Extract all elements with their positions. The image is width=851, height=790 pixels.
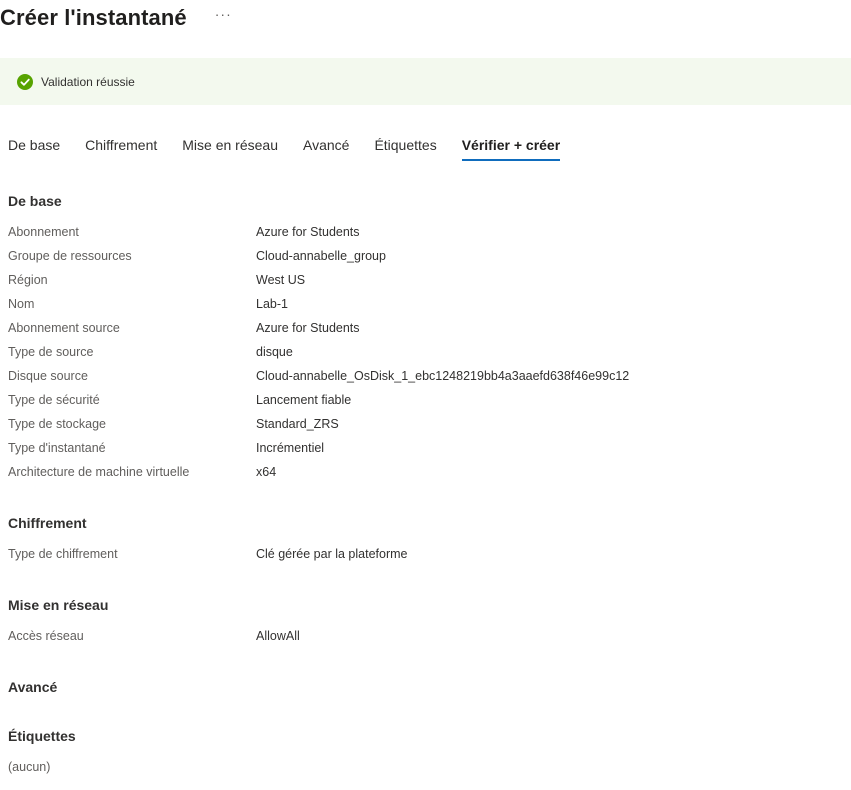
tab-bar: De base Chiffrement Mise en réseau Avanc… <box>8 133 585 163</box>
row-label: Groupe de ressources <box>8 249 132 263</box>
summary-row: Type de chiffrement Clé gérée par la pla… <box>8 544 848 564</box>
row-label: Disque source <box>8 369 88 383</box>
section-title-tags: Étiquettes <box>8 728 76 744</box>
row-label: Type de sécurité <box>8 393 100 407</box>
row-label: Abonnement <box>8 225 79 239</box>
summary-row: Architecture de machine virtuelle x64 <box>8 462 848 482</box>
row-value: Standard_ZRS <box>256 417 339 431</box>
tab-advanced[interactable]: Avancé <box>303 133 349 161</box>
row-label: Région <box>8 273 48 287</box>
summary-row: Nom Lab-1 <box>8 294 848 314</box>
row-value: Lancement fiable <box>256 393 352 407</box>
row-value: Clé gérée par la plateforme <box>256 547 408 561</box>
section-title-networking: Mise en réseau <box>8 597 109 613</box>
tab-encryption[interactable]: Chiffrement <box>85 133 157 161</box>
validation-banner: Validation réussie <box>0 58 851 105</box>
row-label: Accès réseau <box>8 629 84 643</box>
row-label: Type d'instantané <box>8 441 106 455</box>
tab-review-create[interactable]: Vérifier + créer <box>461 133 561 161</box>
row-label: Type de stockage <box>8 417 106 431</box>
summary-row: Type de source disque <box>8 342 848 362</box>
summary-row: Région West US <box>8 270 848 290</box>
check-circle-icon <box>17 73 33 90</box>
row-value: Lab-1 <box>256 297 288 311</box>
validation-message: Validation réussie <box>41 74 135 89</box>
row-label: Nom <box>8 297 35 311</box>
more-options-button[interactable]: ··· <box>211 5 236 23</box>
row-value: AllowAll <box>256 629 300 643</box>
tab-basics[interactable]: De base <box>8 133 60 161</box>
row-value: West US <box>256 273 306 287</box>
tab-tags[interactable]: Étiquettes <box>374 133 436 161</box>
summary-row: Groupe de ressources Cloud-annabelle_gro… <box>8 246 848 266</box>
row-label: Type de chiffrement <box>8 547 118 561</box>
page-title: Créer l'instantané <box>0 5 187 30</box>
tags-empty-text: (aucun) <box>8 760 51 774</box>
tab-networking[interactable]: Mise en réseau <box>182 133 278 161</box>
summary-row: Type de sécurité Lancement fiable <box>8 390 848 410</box>
row-value: Cloud-annabelle_OsDisk_1_ebc1248219bb4a3… <box>256 369 630 383</box>
section-title-encryption: Chiffrement <box>8 515 87 531</box>
summary-row: Accès réseau AllowAll <box>8 626 848 646</box>
row-value: Azure for Students <box>256 321 360 335</box>
row-value: x64 <box>256 465 277 479</box>
summary-row: Disque source Cloud-annabelle_OsDisk_1_e… <box>8 366 848 386</box>
row-label: Architecture de machine virtuelle <box>8 465 190 479</box>
summary-row: Type d'instantané Incrémentiel <box>8 438 848 458</box>
section-title-basics: De base <box>8 193 62 209</box>
row-value: Cloud-annabelle_group <box>256 249 386 263</box>
summary-row: Abonnement source Azure for Students <box>8 318 848 338</box>
section-title-advanced: Avancé <box>8 679 58 695</box>
row-value: disque <box>256 345 293 359</box>
row-label: Type de source <box>8 345 94 359</box>
row-value: Incrémentiel <box>256 441 325 455</box>
summary-row: Abonnement Azure for Students <box>8 222 848 242</box>
page-header: Créer l'instantané ··· <box>0 0 236 36</box>
row-label: Abonnement source <box>8 321 120 335</box>
summary-row: Type de stockage Standard_ZRS <box>8 414 848 434</box>
row-value: Azure for Students <box>256 225 360 239</box>
